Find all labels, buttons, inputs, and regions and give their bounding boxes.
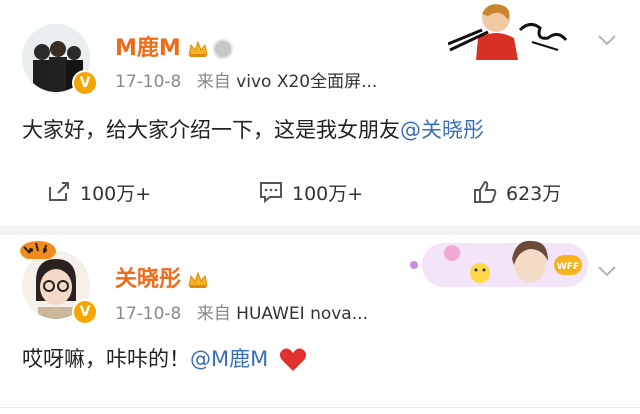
timestamp: 17-10-8 [115,304,182,324]
post-text: 大家好，给大家介绍一下，这是我女朋友@关晓彤 [22,118,484,142]
verified-badge: V [72,299,98,325]
author-name[interactable]: M鹿M [115,30,233,62]
mention-link[interactable]: @M鹿M [190,347,268,371]
source-prefix: 来自 [196,304,231,324]
weibo-post: V M鹿M 17-10-8 来自 vivo X20全面屏... 大家好，给大家介… [0,0,640,226]
more-options-chevron-icon[interactable] [596,259,618,281]
like-count: 623万 [506,182,562,205]
timestamp: 17-10-8 [115,72,182,92]
comment-button[interactable]: 100万+ [258,175,363,209]
weibo-post: V 关晓彤 17-10-8 来自 HUAWEI nova... WFF 哎呀嘛，… [0,235,640,414]
promo-sticker-icon [448,4,568,60]
comment-icon [260,182,282,204]
mention-link[interactable]: @关晓彤 [400,118,484,142]
vip-crown-icon [188,40,208,57]
comment-count: 100万+ [292,182,364,205]
repost-icon [49,182,69,201]
repost-button[interactable]: 100万+ [46,175,151,209]
like-button[interactable]: 623万 [472,175,561,209]
post-text: 哎呀嘛，咔咔的！@M鹿M [22,343,307,373]
medal-icon [212,39,233,59]
heart-emoji-icon [279,348,307,371]
more-options-chevron-icon[interactable] [596,28,618,50]
repost-count: 100万+ [80,182,152,205]
promo-sticker-icon: WFF [410,240,588,287]
source-device[interactable]: HUAWEI nova... [236,304,368,324]
tiger-sticker-icon [20,241,56,259]
author-name[interactable]: 关晓彤 [115,261,209,293]
post-meta: 17-10-8 来自 vivo X20全面屏... [115,67,377,92]
verified-badge: V [72,70,98,96]
svg-text:WFF: WFF [557,262,579,272]
source-prefix: 来自 [196,72,231,92]
source-device[interactable]: vivo X20全面屏... [236,72,377,92]
thumbs-up-icon [474,180,497,203]
post-meta: 17-10-8 来自 HUAWEI nova... [115,299,368,324]
vip-crown-icon [188,271,208,288]
action-row-divider [0,407,640,408]
